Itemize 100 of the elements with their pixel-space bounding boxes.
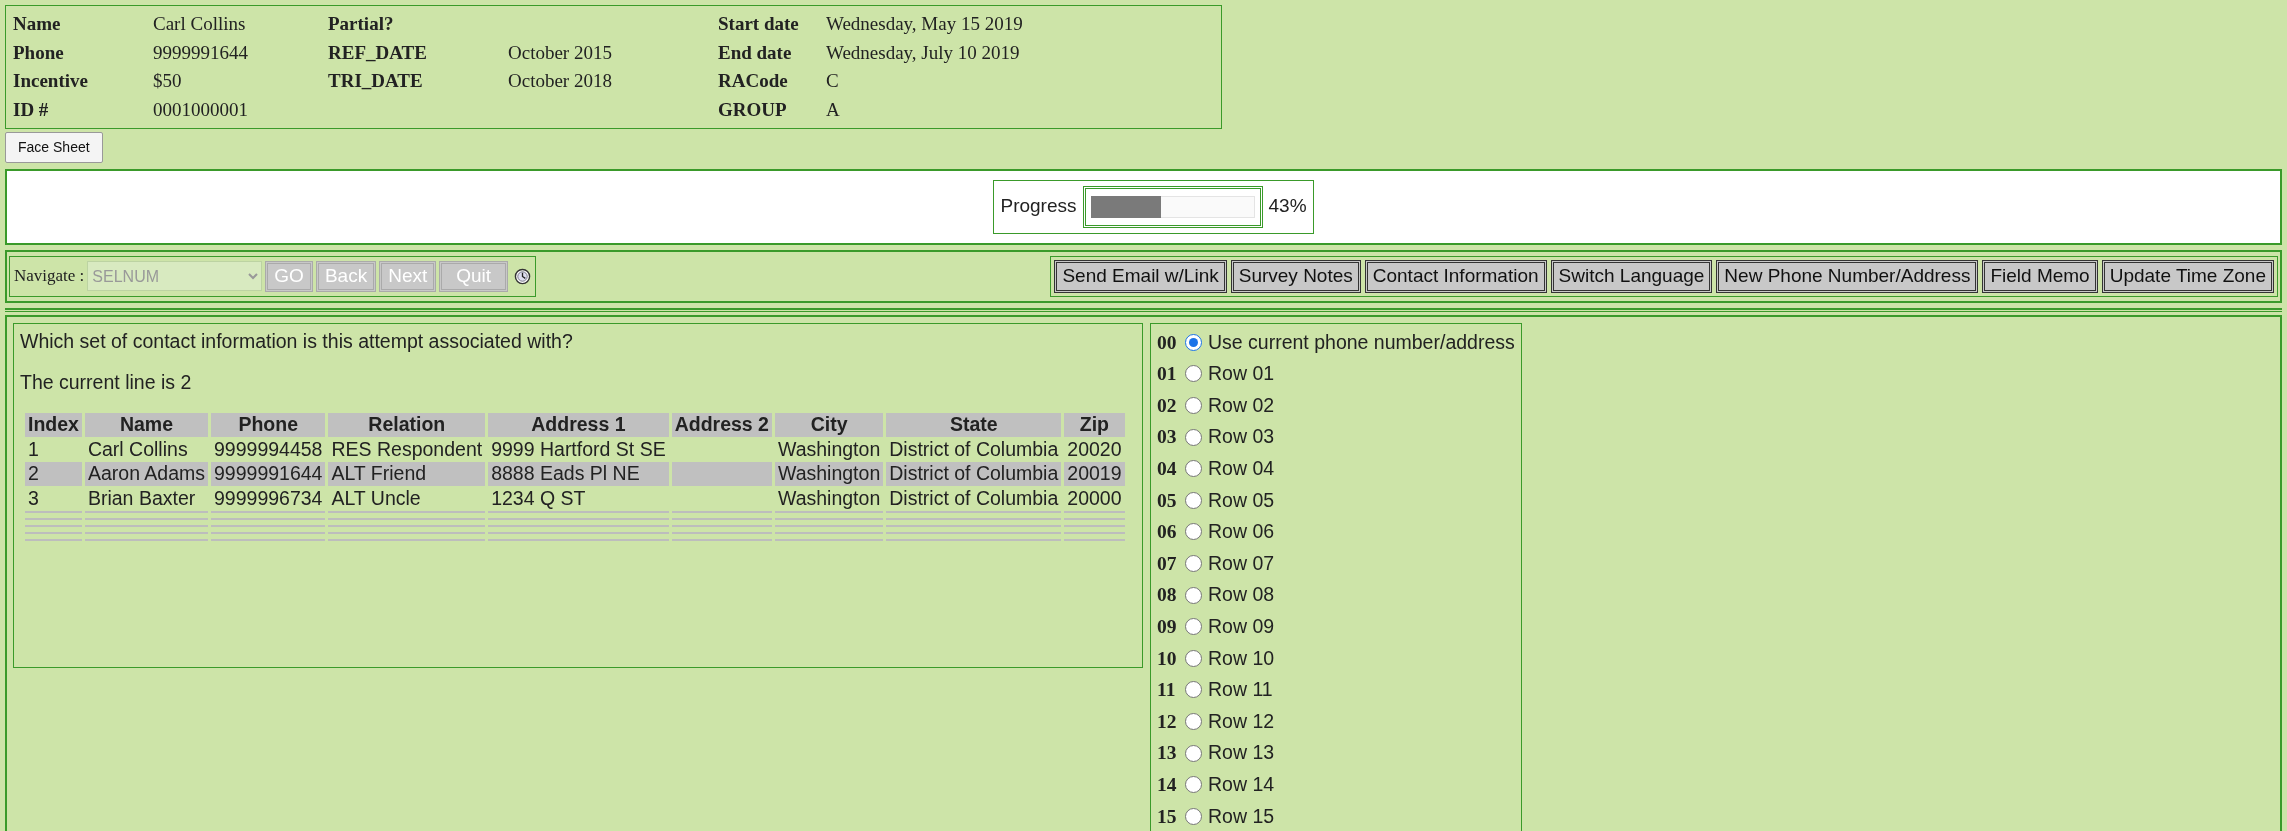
field-label: Partial? <box>328 12 395 36</box>
table-cell-text: 1234 Q ST <box>490 486 587 510</box>
option-label[interactable]: Row 15 <box>1208 804 1275 828</box>
option-label[interactable]: Row 09 <box>1208 615 1275 639</box>
radio-button[interactable] <box>1185 397 1202 415</box>
radio-button[interactable] <box>1185 807 1202 825</box>
option-code: 08 <box>1157 583 1178 607</box>
option-code: 13 <box>1157 741 1178 765</box>
field-value: $50 <box>153 69 183 93</box>
radio-button[interactable] <box>1185 776 1202 794</box>
table-cell: 2 <box>25 462 82 486</box>
table-cell: ALT Friend <box>328 462 486 486</box>
option-code: 15 <box>1157 804 1178 828</box>
column-header: Address 2 <box>671 413 772 437</box>
column-header: Phone <box>211 413 326 437</box>
field-label: Phone <box>13 40 65 65</box>
column-header: Zip <box>1064 413 1125 437</box>
option-label[interactable]: Use current phone number/address <box>1208 330 1515 355</box>
option-label[interactable]: Row 10 <box>1208 646 1275 670</box>
radio-button[interactable] <box>1185 618 1202 636</box>
field-value: 9999991644 <box>153 40 249 65</box>
table-cell-text: Washington <box>776 437 882 462</box>
field-value: Wednesday, May 15 2019 <box>826 12 1024 36</box>
option-label[interactable]: Row 13 <box>1208 741 1275 765</box>
radio-button[interactable] <box>1185 713 1202 730</box>
option-label[interactable]: Row 12 <box>1208 709 1275 734</box>
option-label[interactable]: Row 07 <box>1208 551 1275 576</box>
option-code: 03 <box>1157 425 1178 449</box>
option-code: 05 <box>1157 488 1178 513</box>
radio-button[interactable] <box>1185 460 1202 478</box>
option-label[interactable]: Row 04 <box>1208 457 1275 481</box>
field-label: TRI_DATE <box>328 69 424 93</box>
current-line-text: The current line is 2 <box>20 371 193 395</box>
action-button[interactable]: Send Email w/Link <box>1054 259 1227 293</box>
radio-button[interactable] <box>1185 365 1202 383</box>
option-label[interactable]: Row 11 <box>1208 678 1273 702</box>
option-code: 12 <box>1157 709 1178 734</box>
field-label: Start date <box>718 12 800 36</box>
progress-reading: 43% <box>1268 195 1307 219</box>
field-label: Name <box>13 12 62 36</box>
column-header: Address 1 <box>488 413 669 437</box>
field-label: REF_DATE <box>328 40 428 65</box>
option-code: 10 <box>1157 646 1178 670</box>
field-label: RACode <box>718 69 789 93</box>
option-code: 00 <box>1157 330 1178 355</box>
column-header: Name <box>84 413 208 437</box>
face-sheet-button[interactable]: Face Sheet <box>5 132 103 163</box>
option-code: 09 <box>1157 615 1178 639</box>
option-code: 07 <box>1157 551 1178 576</box>
action-button[interactable]: Field Memo <box>1982 259 2098 293</box>
column-header: Relation <box>328 413 486 437</box>
option-code: 11 <box>1157 678 1177 702</box>
field-value: October 2018 <box>508 69 613 93</box>
radio-button[interactable] <box>1185 491 1202 509</box>
radio-button[interactable] <box>1185 523 1202 541</box>
option-code: 01 <box>1157 362 1178 386</box>
table-cell: District of Columbia <box>886 462 1062 486</box>
table-cell-text: 20020 <box>1066 437 1123 462</box>
option-code: 02 <box>1157 393 1178 418</box>
table-cell: Washington <box>774 462 884 486</box>
clock-icon[interactable] <box>514 267 532 285</box>
radio-button[interactable] <box>1185 681 1202 699</box>
field-value: C <box>826 69 840 93</box>
action-button[interactable]: Survey Notes <box>1230 259 1361 293</box>
option-label[interactable]: Row 14 <box>1208 773 1275 797</box>
option-label[interactable]: Row 06 <box>1208 520 1275 544</box>
table-cell-text: Washington <box>776 486 882 510</box>
column-header: State <box>886 413 1062 437</box>
table-cell-text: RES Respondent <box>330 437 484 462</box>
field-label: Incentive <box>13 69 89 93</box>
radio-button[interactable] <box>1185 428 1202 446</box>
table-cell-text: 9999 Hartford St SE <box>490 437 667 462</box>
option-label[interactable]: Row 03 <box>1208 425 1275 449</box>
radio-button[interactable] <box>1185 649 1202 667</box>
radio-button[interactable] <box>1185 744 1202 762</box>
action-button[interactable]: Switch Language <box>1550 259 1713 293</box>
radio-button[interactable] <box>1185 333 1202 351</box>
table-cell-text: ALT Uncle <box>330 486 422 510</box>
option-code: 14 <box>1157 773 1178 797</box>
field-value: 0001000001 <box>153 97 249 122</box>
option-label[interactable]: Row 05 <box>1208 488 1275 513</box>
option-code: 06 <box>1157 520 1178 544</box>
action-button[interactable]: Update Time Zone <box>2101 259 2274 293</box>
table-cell-text: Carl Collins <box>86 437 189 462</box>
field-label: GROUP <box>718 97 788 122</box>
radio-button[interactable] <box>1185 586 1202 604</box>
table-cell-text: 1 <box>27 437 40 462</box>
option-label[interactable]: Row 02 <box>1208 393 1275 418</box>
field-value: A <box>826 97 841 122</box>
table-cell: 8888 Eads Pl NE <box>488 462 669 486</box>
column-header: Index <box>25 413 82 437</box>
table-cell-text: District of Columbia <box>888 486 1060 510</box>
table-cell: 20019 <box>1064 462 1125 486</box>
option-label[interactable]: Row 08 <box>1208 583 1275 607</box>
option-label[interactable]: Row 01 <box>1208 362 1275 386</box>
radio-button[interactable] <box>1185 555 1202 573</box>
action-button[interactable]: New Phone Number/Address <box>1716 259 1979 293</box>
field-label: End date <box>718 40 793 65</box>
action-button[interactable]: Contact Information <box>1364 259 1547 293</box>
field-label: ID # <box>13 97 50 122</box>
